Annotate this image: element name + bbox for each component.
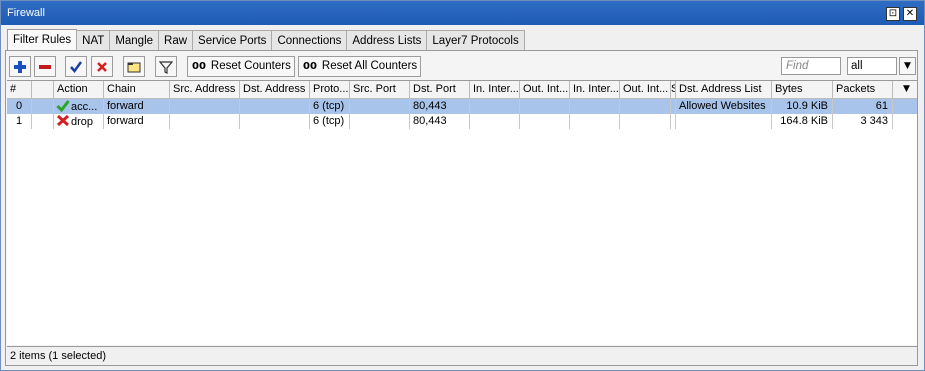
disable-button[interactable] [91, 56, 113, 77]
row-flags [32, 114, 54, 129]
x-icon [97, 61, 107, 72]
plus-icon [14, 60, 26, 73]
row-out-interface-list [620, 114, 671, 129]
row-out-interface [520, 114, 570, 129]
row-bytes: 164.8 KiB [772, 114, 833, 129]
col-out-interface[interactable]: Out. Int... [520, 81, 570, 99]
row-action-label: drop [71, 116, 94, 128]
tab-address-lists[interactable]: Address Lists [346, 30, 428, 51]
row-action-label: acc... [71, 101, 98, 113]
col-dst-address[interactable]: Dst. Address [240, 81, 310, 99]
row-bytes: 10.9 KiB [772, 99, 833, 114]
title-bar[interactable]: Firewall [1, 1, 924, 25]
row-dst-address [240, 114, 310, 129]
row-number: 1 [7, 114, 32, 129]
col-out-interface-list[interactable]: Out. Int... [620, 81, 671, 99]
tab-service-ports[interactable]: Service Ports [192, 30, 273, 51]
row-dst-port: 80,443 [410, 114, 470, 129]
row-flags [32, 99, 54, 114]
table-row[interactable]: 0 acc... forward 6 (tcp) 80,443 Allowed … [7, 99, 917, 114]
firewall-window: Firewall ⊡ ✕ Filter Rules NAT Mangle Raw… [0, 0, 925, 371]
row-in-interface [470, 114, 520, 129]
col-bytes[interactable]: Bytes [772, 81, 833, 99]
row-chain: forward [104, 99, 170, 114]
rules-table: # Action Chain Src. Address Dst. Address… [7, 80, 917, 345]
col-packets[interactable]: Packets [833, 81, 893, 99]
minus-icon [39, 64, 51, 69]
col-flags[interactable] [32, 81, 54, 99]
row-src-address [170, 114, 240, 129]
funnel-icon [159, 60, 173, 74]
col-src-address[interactable]: Src. Address [170, 81, 240, 99]
row-dst-address-list: Allowed Websites [676, 99, 772, 114]
row-in-interface-list [570, 114, 620, 129]
col-in-interface-list[interactable]: In. Inter... [570, 81, 620, 99]
col-number[interactable]: # [7, 81, 32, 99]
table-header: # Action Chain Src. Address Dst. Address… [7, 81, 917, 99]
reset-all-counters-label: Reset All Counters [321, 60, 418, 72]
row-in-interface-list [570, 99, 620, 114]
tab-layer7-protocols[interactable]: Layer7 Protocols [426, 30, 525, 51]
col-dst-address-list[interactable]: Dst. Address List [676, 81, 772, 99]
row-src-port [350, 114, 410, 129]
add-button[interactable] [9, 56, 31, 77]
comment-button[interactable] [123, 56, 145, 77]
check-icon [70, 60, 83, 73]
check-icon [56, 100, 70, 112]
row-protocol: 6 (tcp) [310, 99, 350, 114]
tab-raw[interactable]: Raw [158, 30, 194, 51]
row-packets: 61 [833, 99, 893, 114]
filter-button[interactable] [155, 56, 177, 77]
remove-button[interactable] [34, 56, 56, 77]
row-protocol: 6 (tcp) [310, 114, 350, 129]
row-src-port [350, 99, 410, 114]
row-dst-address-list [676, 114, 772, 129]
tab-nat[interactable]: NAT [76, 30, 111, 51]
col-dst-port[interactable]: Dst. Port [410, 81, 470, 99]
row-dst-port: 80,443 [410, 99, 470, 114]
tab-connections[interactable]: Connections [271, 30, 348, 51]
row-out-interface-list [620, 99, 671, 114]
table-row[interactable]: 1 drop forward 6 (tcp) 80,443 164.8 KiB … [7, 114, 917, 129]
close-button[interactable]: ✕ [903, 7, 917, 21]
col-src-port[interactable]: Src. Port [350, 81, 410, 99]
window-title: Firewall [7, 7, 45, 19]
col-action[interactable]: Action [54, 81, 104, 99]
enable-button[interactable] [65, 56, 87, 77]
row-action: acc... [54, 99, 104, 114]
reset-counters-label: Reset Counters [210, 60, 291, 72]
find-input[interactable]: Find [781, 57, 841, 75]
col-protocol[interactable]: Proto... [310, 81, 350, 99]
note-icon [127, 62, 141, 72]
status-bar: 2 items (1 selected) [7, 346, 917, 365]
col-chain[interactable]: Chain [104, 81, 170, 99]
row-out-interface [520, 99, 570, 114]
row-action: drop [54, 114, 104, 129]
counter-icon: 00 [192, 61, 206, 72]
col-in-interface[interactable]: In. Inter... [470, 81, 520, 99]
chevron-down-icon[interactable]: ▼ [899, 57, 916, 75]
filter-rules-panel: 00 Reset Counters 00 Reset All Counters Fi… [5, 50, 918, 366]
columns-menu-icon[interactable]: ▼ [893, 81, 917, 99]
tab-mangle[interactable]: Mangle [109, 30, 160, 51]
row-src-address [170, 99, 240, 114]
reset-counters-button[interactable]: 00 Reset Counters [187, 56, 295, 77]
counter-icon: 00 [303, 61, 317, 72]
row-packets: 3 343 [833, 114, 893, 129]
row-in-interface [470, 99, 520, 114]
tab-bar: Filter Rules NAT Mangle Raw Service Port… [7, 29, 525, 51]
row-dst-address [240, 99, 310, 114]
tab-filter-rules[interactable]: Filter Rules [7, 29, 78, 51]
restore-button[interactable]: ⊡ [886, 7, 900, 21]
row-number: 0 [7, 99, 32, 114]
row-chain: forward [104, 114, 170, 129]
reset-all-counters-button[interactable]: 00 Reset All Counters [298, 56, 421, 77]
x-icon [56, 114, 70, 127]
filter-select[interactable]: all [847, 57, 897, 75]
